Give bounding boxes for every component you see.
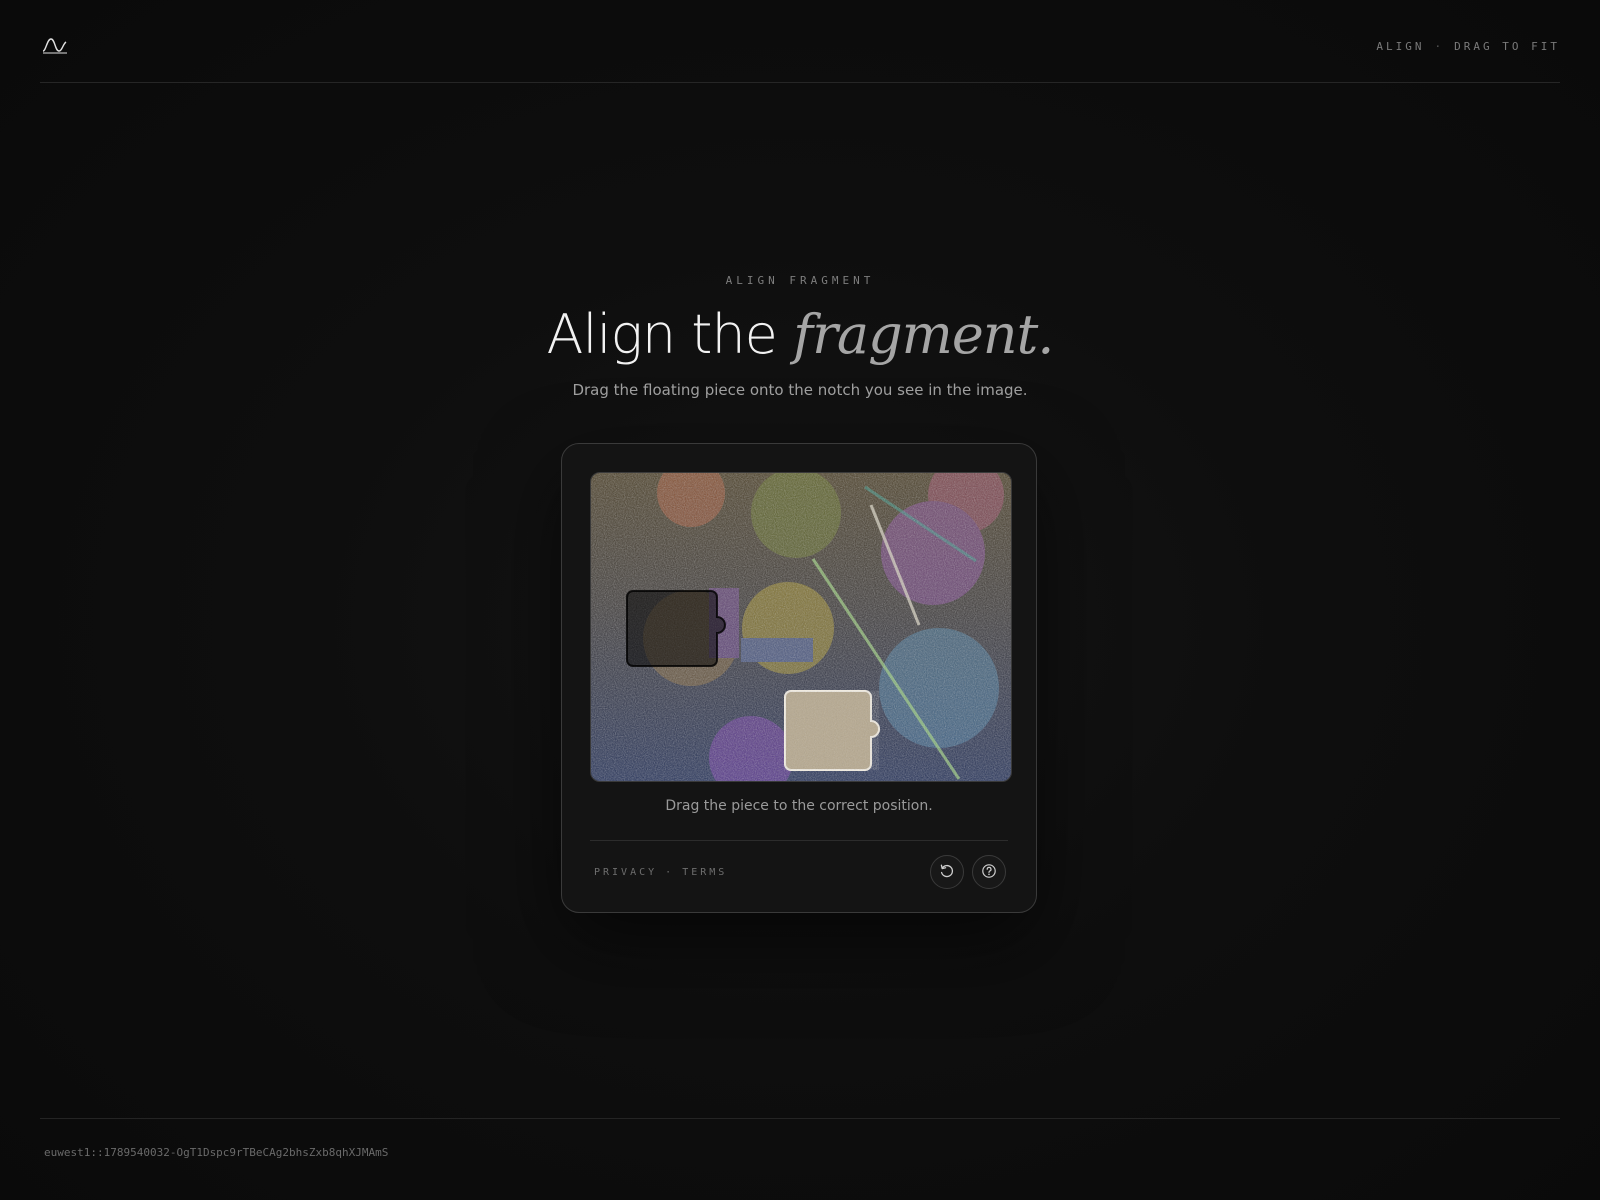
top-bar: ALIGN · DRAG TO FIT (40, 0, 1560, 83)
help-circle-icon (981, 863, 997, 882)
session-id: euwest1::1789540032-OgT1Dspc9rTBeCAg2bhs… (44, 1146, 389, 1159)
page-subtitle: Drag the floating piece onto the notch y… (572, 381, 1028, 399)
legal-links: PRIVACY · TERMS (594, 867, 727, 878)
footer-divider (40, 1118, 1560, 1119)
instruction-label: DRAG TO FIT (1454, 40, 1560, 53)
mode-label: ALIGN (1376, 40, 1425, 53)
puzzle-canvas (591, 473, 1011, 781)
legal-separator: · (665, 867, 675, 878)
wave-logo-icon[interactable] (42, 36, 68, 56)
puzzle-image (590, 472, 1012, 782)
mode-separator: · (1434, 40, 1445, 53)
refresh-button[interactable] (930, 855, 964, 889)
captcha-card: Drag the piece to the correct position. … (561, 443, 1037, 913)
privacy-link[interactable]: PRIVACY (594, 867, 657, 878)
draggable-puzzle-piece[interactable] (784, 690, 880, 771)
card-divider (590, 840, 1008, 841)
title-accent: fragment. (793, 303, 1054, 366)
terms-link[interactable]: TERMS (682, 867, 727, 878)
refresh-icon (939, 863, 955, 882)
eyebrow-label: ALIGN FRAGMENT (725, 274, 875, 287)
puzzle-hint: Drag the piece to the correct position. (665, 798, 933, 814)
help-button[interactable] (972, 855, 1006, 889)
puzzle-notch (626, 590, 726, 667)
page-title: Align the fragment. (0, 298, 1600, 372)
title-plain: Align the (546, 303, 794, 366)
mode-indicator: ALIGN · DRAG TO FIT (1376, 40, 1560, 53)
